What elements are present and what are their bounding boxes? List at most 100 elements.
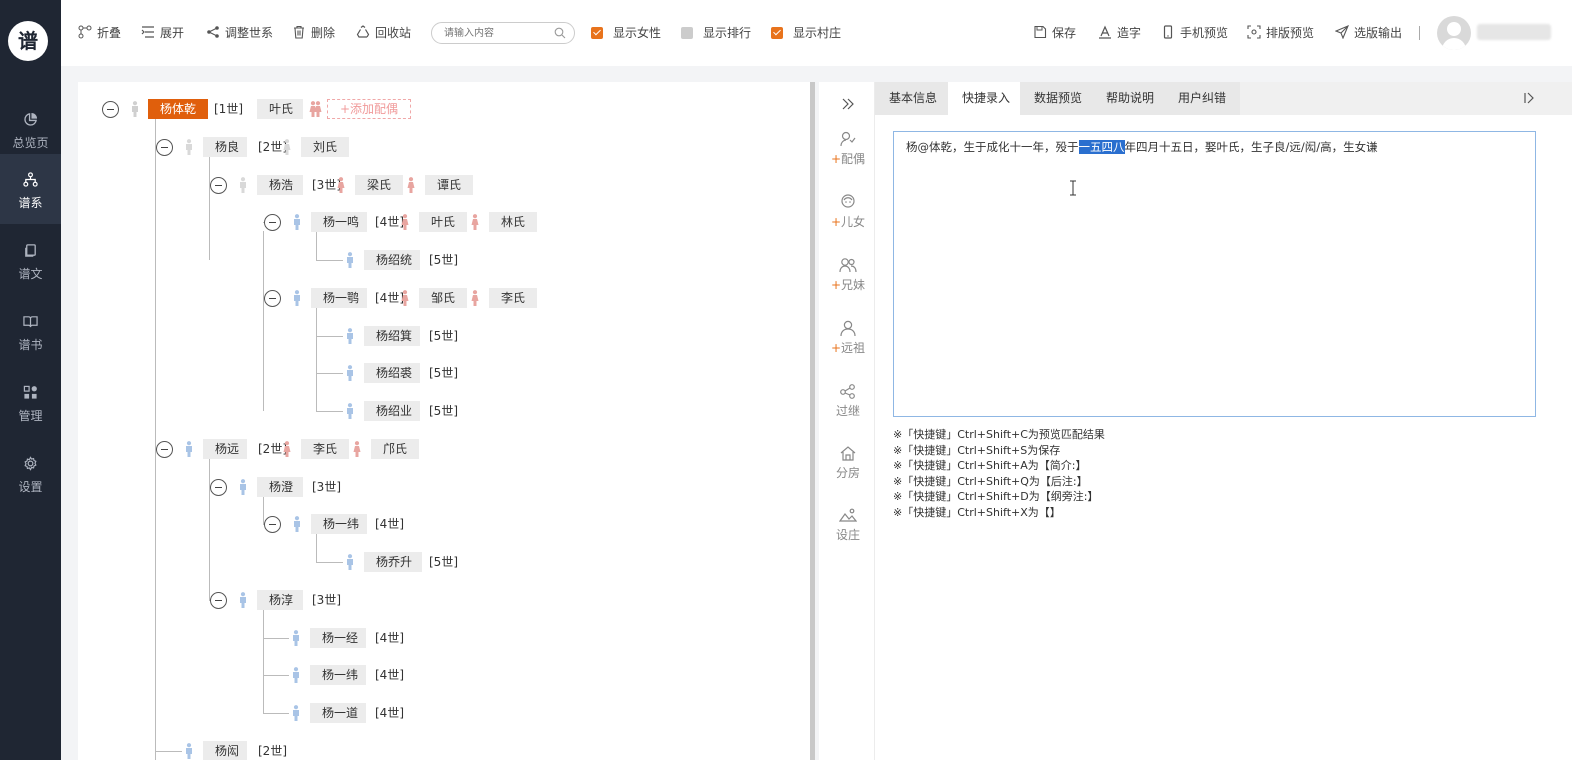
male-person-icon <box>346 328 354 344</box>
male-person-icon <box>346 554 354 570</box>
male-person-icon <box>239 479 247 495</box>
tool-spouse[interactable]: +配偶 <box>826 130 870 167</box>
expand-list-icon <box>141 25 155 39</box>
hint-line: ※「快捷键」Ctrl+Shift+C为预览匹配结果 <box>893 428 1105 441</box>
person-name-node[interactable]: 杨淳 <box>257 590 303 610</box>
tool-house[interactable]: 分房 <box>826 444 870 481</box>
spouse-name-node[interactable]: 林氏 <box>489 212 537 232</box>
person-name-node[interactable]: 杨乔升 <box>364 552 422 572</box>
editor-selection: 一五四八 <box>1078 140 1125 154</box>
spouse-name-node[interactable]: 李氏 <box>489 288 537 308</box>
nav-item-settings[interactable]: 设置 <box>0 438 61 508</box>
export-button[interactable]: 选版输出 <box>1334 24 1403 42</box>
tab-help[interactable]: 帮助说明 <box>1092 82 1169 115</box>
export-label: 选版输出 <box>1354 26 1403 40</box>
tree-row: 杨一鸣 [4世] 叶氏 林氏 <box>78 212 810 232</box>
open-book-icon <box>0 314 61 330</box>
panel-splitter[interactable] <box>810 82 815 760</box>
mobile-preview-label: 手机预览 <box>1180 26 1229 40</box>
show-rank-checkbox[interactable]: 显示排行 <box>681 24 751 42</box>
tool-adoption[interactable]: 过继 <box>826 382 870 419</box>
make-char-button[interactable]: 造字 <box>1098 24 1141 42</box>
show-female-checkbox[interactable]: 显示女性 <box>591 24 661 42</box>
person-name-node[interactable]: 杨绍箕 <box>364 326 420 346</box>
person-name-node[interactable]: 杨一经 <box>310 628 366 648</box>
person-name-node[interactable]: 杨澄 <box>257 477 303 497</box>
app-logo[interactable]: 谱 <box>8 21 48 61</box>
show-village-label: 显示村庄 <box>793 26 842 40</box>
recycle-icon <box>356 25 370 39</box>
tree-row: 杨绍裘 [5世] <box>78 363 810 383</box>
tab-user-correction[interactable]: 用户纠错 <box>1164 82 1241 115</box>
tool-ancestor[interactable]: +远祖 <box>826 319 870 356</box>
spouse-name-node[interactable]: 邝氏 <box>371 439 419 459</box>
user-name-blurred[interactable] <box>1477 24 1551 40</box>
male-person-icon <box>293 214 301 230</box>
tool-landscape[interactable]: 设庄 <box>826 506 870 543</box>
tab-basic-info[interactable]: 基本信息 <box>875 82 952 115</box>
genealogy-tree-panel[interactable]: 杨体乾 [1世] 叶氏 +添加配偶 杨良 [2世] 刘氏 杨浩 [3世] 梁氏 谭氏 杨一鸣 [4世] 叶… <box>78 82 810 760</box>
checkbox-checked-icon <box>771 27 783 39</box>
person-name-node[interactable]: 杨一纬 <box>310 665 366 685</box>
person-name-node[interactable]: 杨一纬 <box>311 514 367 534</box>
search-icon[interactable] <box>554 27 566 39</box>
spouse-name-node[interactable]: 李氏 <box>301 439 349 459</box>
tool-label: +配偶 <box>826 150 870 167</box>
tab-data-preview[interactable]: 数据预览 <box>1020 82 1097 115</box>
spouse-name-node[interactable]: 刘氏 <box>301 137 349 157</box>
document-copy-icon <box>0 243 61 259</box>
spouse-name-node[interactable]: 谭氏 <box>425 175 473 195</box>
female-person-icon <box>337 177 345 193</box>
person-name-node[interactable]: 杨闳 <box>203 741 247 760</box>
generation-label: [4世] <box>375 706 404 720</box>
delete-button[interactable]: 删除 <box>292 24 335 42</box>
person-name-node[interactable]: 杨良 <box>203 137 247 157</box>
tab-bar: 基本信息 快捷录入 数据预览 帮助说明 用户纠错 <box>875 82 1572 115</box>
spouse-name-node[interactable]: 叶氏 <box>257 99 303 119</box>
layout-preview-button[interactable]: 排版预览 <box>1247 24 1314 42</box>
person-name-node[interactable]: 杨绍统 <box>364 250 420 270</box>
tool-child[interactable]: +儿女 <box>826 193 870 230</box>
nav-item-documents[interactable]: 谱文 <box>0 225 61 295</box>
mobile-preview-button[interactable]: 手机预览 <box>1161 24 1228 42</box>
person-name-node[interactable]: 杨一鸣 <box>311 212 367 232</box>
fold-button[interactable]: 折叠 <box>78 24 121 42</box>
adjust-lineage-button[interactable]: 调整世系 <box>206 24 273 42</box>
nav-item-books[interactable]: 谱书 <box>0 296 61 366</box>
tree-row: 杨一纬 [4世] <box>78 514 810 534</box>
person-name-node[interactable]: 杨绍业 <box>364 401 420 421</box>
editor-text-after: 年四月十五日，娶叶氏，生子良/远/闳/高，生女谦 <box>1124 140 1378 154</box>
spouse-name-node[interactable]: 叶氏 <box>419 212 467 232</box>
nav-label: 谱文 <box>18 267 43 281</box>
tree-row: 杨一道 [4世] <box>78 703 810 723</box>
landscape-icon <box>838 506 858 524</box>
tool-siblings[interactable]: +兄妹 <box>826 256 870 293</box>
person-name-node[interactable]: 杨体乾 <box>148 99 208 119</box>
spouse-name-node[interactable]: 梁氏 <box>355 175 403 195</box>
save-button[interactable]: 保存 <box>1033 24 1076 42</box>
person-name-node[interactable]: 杨一道 <box>310 703 366 723</box>
female-person-icon <box>353 441 361 457</box>
show-female-label: 显示女性 <box>613 26 662 40</box>
add-spouse-button[interactable]: +添加配偶 <box>327 99 412 119</box>
male-person-icon <box>346 403 354 419</box>
person-name-node[interactable]: 杨一鹗 <box>311 288 367 308</box>
spouse-name-node[interactable]: 邹氏 <box>419 288 467 308</box>
person-name-node[interactable]: 杨绍裘 <box>364 363 420 383</box>
male-person-icon <box>293 516 301 532</box>
nav-item-manage[interactable]: 管理 <box>0 367 61 437</box>
save-label: 保存 <box>1052 26 1077 40</box>
expand-button[interactable]: 展开 <box>141 24 184 42</box>
recycle-bin-button[interactable]: 回收站 <box>356 24 411 42</box>
tree-row: 杨绍箕 [5世] <box>78 326 810 346</box>
person-name-node[interactable]: 杨浩 <box>257 175 303 195</box>
user-avatar[interactable] <box>1437 16 1471 50</box>
save-disk-icon <box>1033 25 1047 39</box>
panel-toggle-icon[interactable] <box>1522 91 1536 105</box>
nav-item-genealogy[interactable]: 谱系 <box>0 154 61 224</box>
show-village-checkbox[interactable]: 显示村庄 <box>771 24 841 42</box>
tab-quick-entry[interactable]: 快捷录入 <box>948 82 1025 115</box>
quick-entry-textarea[interactable]: 杨@体乾，生于成化十一年，殁于一五四八年四月十五日，娶叶氏，生子良/远/闳/高，… <box>893 131 1536 417</box>
person-name-node[interactable]: 杨远 <box>203 439 247 459</box>
double-chevron-right-icon[interactable] <box>841 97 855 111</box>
